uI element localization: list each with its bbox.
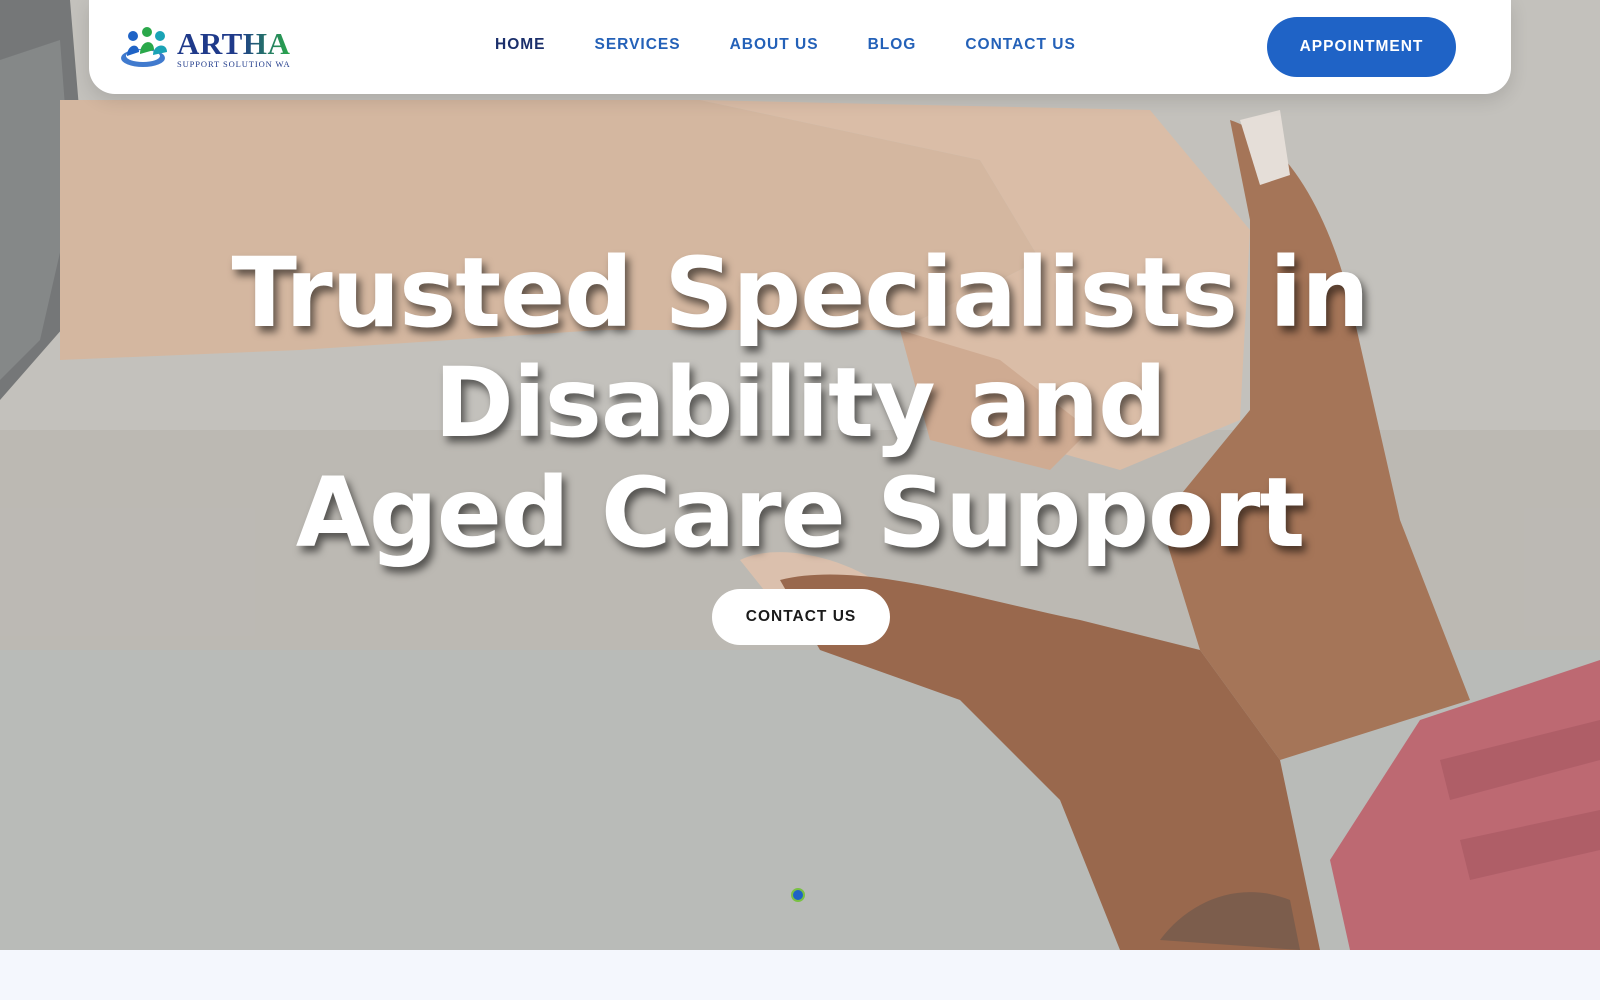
main-nav: HOME SERVICES ABOUT US BLOG CONTACT US (495, 36, 1125, 54)
hero-headline-line-2: Disability and (434, 347, 1167, 459)
top-navbar: ARTHA SUPPORT SOLUTION WA HOME SERVICES … (89, 0, 1511, 94)
appointment-button[interactable]: APPOINTMENT (1267, 17, 1456, 77)
brand-name: ARTHA (177, 26, 291, 61)
brand-logo[interactable]: ARTHA SUPPORT SOLUTION WA (121, 22, 301, 72)
nav-home[interactable]: HOME (495, 36, 546, 54)
hero-section: Trusted Specialists in Disability and Ag… (0, 0, 1600, 950)
brand-tagline: SUPPORT SOLUTION WA (177, 59, 291, 69)
nav-contact-us[interactable]: CONTACT US (965, 36, 1075, 54)
hero-contact-us-button[interactable]: CONTACT US (712, 589, 890, 645)
nav-blog[interactable]: BLOG (868, 36, 917, 54)
slider-dot-1[interactable] (791, 888, 805, 902)
hero-headline-line-1: Trusted Specialists in (231, 237, 1369, 349)
people-logo-icon (121, 27, 167, 67)
next-section-strip (0, 950, 1600, 1000)
nav-about-us[interactable]: ABOUT US (730, 36, 819, 54)
hero-headline-line-3: Aged Care Support (295, 457, 1305, 569)
nav-services[interactable]: SERVICES (595, 36, 681, 54)
hero-headline: Trusted Specialists in Disability and Ag… (200, 238, 1400, 568)
